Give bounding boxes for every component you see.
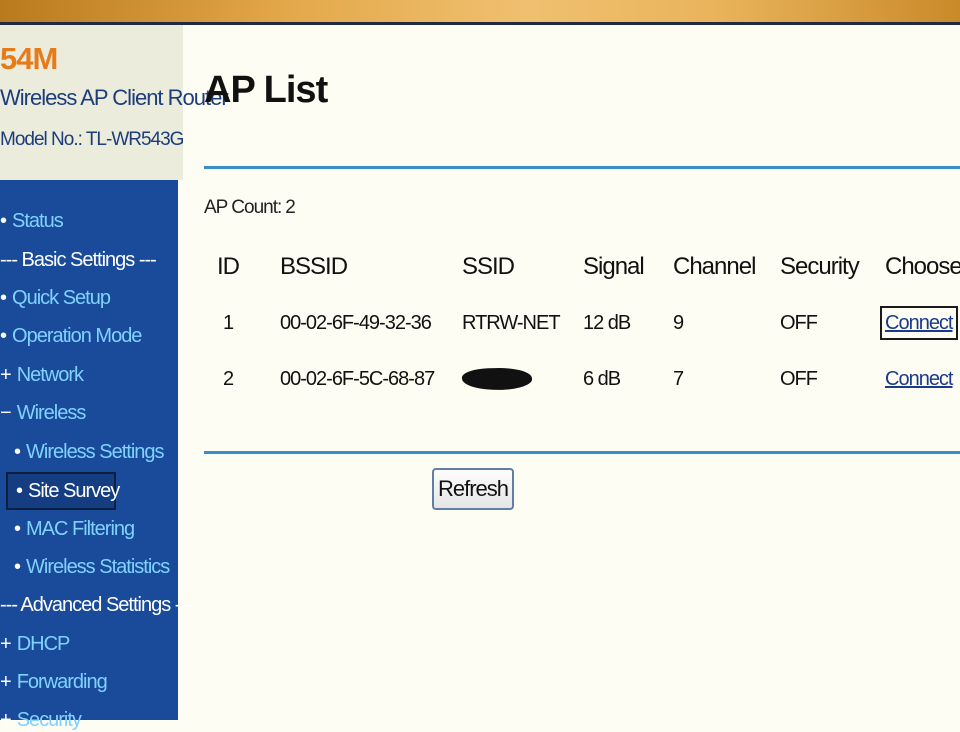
sidebar-nav: • Status --- Basic Settings --- • Quick Se… xyxy=(0,180,193,731)
ap-count-label: AP Count: xyxy=(204,197,282,218)
col-header-choose: Choose xyxy=(885,253,960,280)
sidebar-item-label: Quick Setup xyxy=(12,287,111,309)
sidebar-header-basic-settings: --- Basic Settings --- xyxy=(0,249,157,271)
sidebar-item-dhcp[interactable]: + DHCP xyxy=(0,633,71,656)
sidebar-item-security[interactable]: + Security xyxy=(0,709,82,732)
sidebar-item-network[interactable]: + Network xyxy=(0,364,84,387)
cell-security: OFF xyxy=(780,368,818,390)
sidebar-item-status[interactable]: • Status xyxy=(0,210,64,233)
sidebar-item-label: Wireless xyxy=(16,402,87,424)
cell-bssid: 00-02-6F-5C-68-87 xyxy=(280,368,435,390)
sidebar-item-mac-filtering[interactable]: • MAC Filtering xyxy=(14,518,135,541)
redaction-mark xyxy=(461,366,533,392)
top-banner xyxy=(0,0,960,25)
sidebar-item-wireless-settings[interactable]: • Wireless Settings xyxy=(14,441,165,464)
cell-choose: Connect xyxy=(885,368,953,391)
page-title: AP List xyxy=(204,69,328,111)
cell-channel: 7 xyxy=(673,368,684,390)
brand-model: Model No.: TL-WR543G xyxy=(0,129,185,151)
cell-id: 2 xyxy=(223,368,234,390)
divider-bottom xyxy=(204,451,960,454)
expand-plus-icon: + xyxy=(0,364,12,386)
sidebar-item-label: Site Survey xyxy=(28,480,120,502)
cell-security: OFF xyxy=(780,312,818,334)
col-header-ssid: SSID xyxy=(462,253,515,280)
sidebar-item-label: Security xyxy=(16,709,82,731)
col-header-channel: Channel xyxy=(673,253,756,280)
cell-signal: 12 dB xyxy=(583,312,631,334)
sidebar-item-label: Network xyxy=(16,364,84,386)
sidebar-item-quick-setup[interactable]: • Quick Setup xyxy=(0,287,111,310)
brand-speed: 54M xyxy=(0,41,58,76)
ap-count: AP Count: 2 xyxy=(204,197,296,219)
sidebar-item-wireless[interactable]: − Wireless xyxy=(0,402,87,425)
cell-channel: 9 xyxy=(673,312,684,334)
col-header-security: Security xyxy=(780,253,860,280)
brand-panel: 54M Wireless AP Client Router Model No.:… xyxy=(0,25,229,180)
bullet-icon: • xyxy=(0,325,7,347)
cell-choose: Connect xyxy=(880,306,958,340)
sidebar-item-label: DHCP xyxy=(16,633,71,655)
connect-link[interactable]: Connect xyxy=(880,306,958,340)
expand-plus-icon: + xyxy=(0,633,12,655)
sidebar-item-site-survey[interactable]: • Site Survey xyxy=(6,472,120,510)
cell-id: 1 xyxy=(223,312,234,334)
cell-signal: 6 dB xyxy=(583,368,621,390)
bullet-icon: • xyxy=(0,210,7,232)
divider-top xyxy=(204,166,960,169)
bullet-icon: • xyxy=(14,556,21,578)
expand-plus-icon: + xyxy=(0,709,12,731)
cell-ssid: RTRW-NET xyxy=(462,312,561,334)
ap-count-value: 2 xyxy=(285,197,296,218)
connect-link[interactable]: Connect xyxy=(885,368,953,390)
expand-plus-icon: + xyxy=(0,671,12,693)
sidebar-item-operation-mode[interactable]: • Operation Mode xyxy=(0,325,142,348)
bullet-icon: • xyxy=(14,441,21,463)
sidebar-item-label: Wireless Statistics xyxy=(26,556,170,578)
sidebar-item-label: Wireless Settings xyxy=(26,441,164,463)
sidebar-item-label: Operation Mode xyxy=(12,325,142,347)
main-content: AP List AP Count: 2 ID BSSID SSID Signal … xyxy=(183,25,960,720)
bullet-icon: • xyxy=(16,480,23,502)
sidebar-item-wireless-statistics[interactable]: • Wireless Statistics xyxy=(14,556,170,579)
sidebar-item-label: MAC Filtering xyxy=(26,518,135,540)
model-label: Model No.: xyxy=(0,129,83,150)
bullet-icon: • xyxy=(0,287,7,309)
col-header-signal: Signal xyxy=(583,253,645,280)
model-value: TL-WR543G xyxy=(85,129,185,150)
sidebar-item-forwarding[interactable]: + Forwarding xyxy=(0,671,108,694)
sidebar-header-advanced-settings: --- Advanced Settings --- xyxy=(0,594,193,616)
col-header-bssid: BSSID xyxy=(280,253,348,280)
refresh-button[interactable]: Refresh xyxy=(432,468,514,510)
cell-ssid-redacted xyxy=(461,366,533,396)
sidebar-item-label: Status xyxy=(12,210,64,232)
bullet-icon: • xyxy=(14,518,21,540)
col-header-id: ID xyxy=(217,253,240,280)
sidebar-item-label: Forwarding xyxy=(16,671,108,693)
collapse-minus-icon: − xyxy=(0,402,12,424)
cell-bssid: 00-02-6F-49-32-36 xyxy=(280,312,432,334)
